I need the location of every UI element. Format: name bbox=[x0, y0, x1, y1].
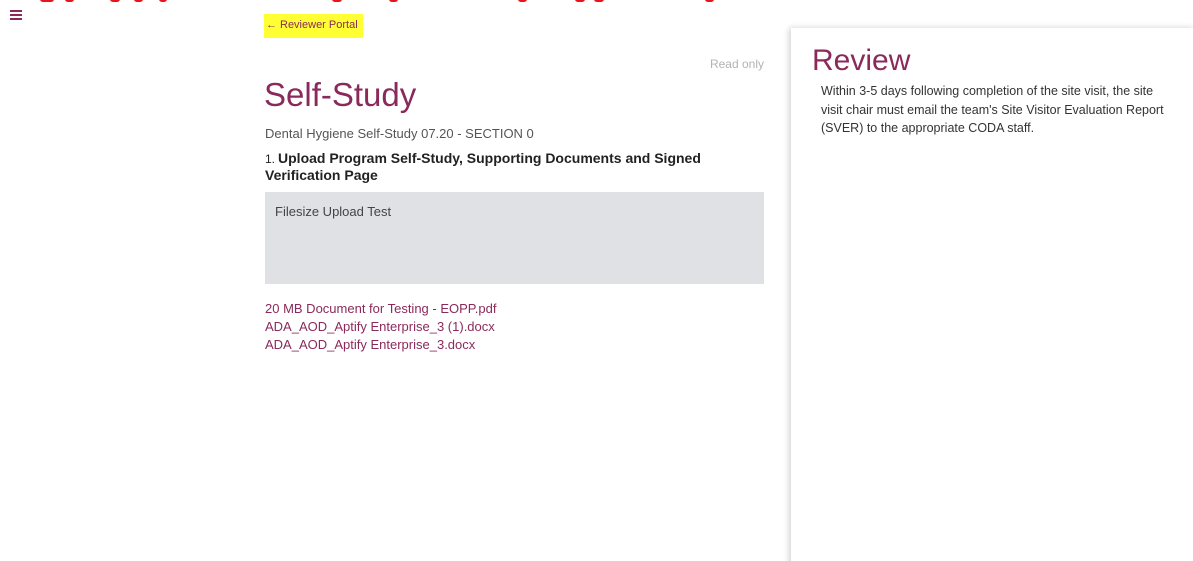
question-text: Upload Program Self-Study, Supporting Do… bbox=[265, 150, 701, 183]
file-list: 20 MB Document for Testing - EOPP.pdf AD… bbox=[265, 300, 496, 354]
question-number: 1. bbox=[265, 152, 276, 166]
back-link-label: Reviewer Portal bbox=[280, 19, 358, 31]
section-subtitle: Dental Hygiene Self-Study 07.20 - SECTIO… bbox=[265, 126, 534, 141]
reviewer-portal-back-link[interactable]: ← Reviewer Portal bbox=[264, 14, 363, 38]
question-heading: 1. Upload Program Self-Study, Supporting … bbox=[265, 150, 765, 183]
page: ← Reviewer Portal Read only Self-Study D… bbox=[0, 0, 1193, 561]
review-instructions: Within 3-5 days following completion of … bbox=[821, 84, 1164, 135]
answer-box: Filesize Upload Test bbox=[265, 192, 764, 284]
page-title: Self-Study bbox=[264, 76, 417, 113]
cropped-annotation-text bbox=[0, 0, 1193, 2]
read-only-label: Read only bbox=[709, 57, 764, 71]
review-panel: Review Within 3-5 days following complet… bbox=[791, 28, 1193, 561]
file-link[interactable]: ADA_AOD_Aptify Enterprise_3 (1).docx bbox=[265, 318, 496, 336]
review-title: Review bbox=[812, 44, 911, 77]
answer-text: Filesize Upload Test bbox=[275, 204, 392, 219]
file-link[interactable]: 20 MB Document for Testing - EOPP.pdf bbox=[265, 300, 496, 318]
file-link[interactable]: ADA_AOD_Aptify Enterprise_3.docx bbox=[265, 336, 496, 354]
hamburger-menu-icon[interactable] bbox=[10, 10, 22, 22]
arrow-left-icon: ← bbox=[266, 19, 277, 31]
